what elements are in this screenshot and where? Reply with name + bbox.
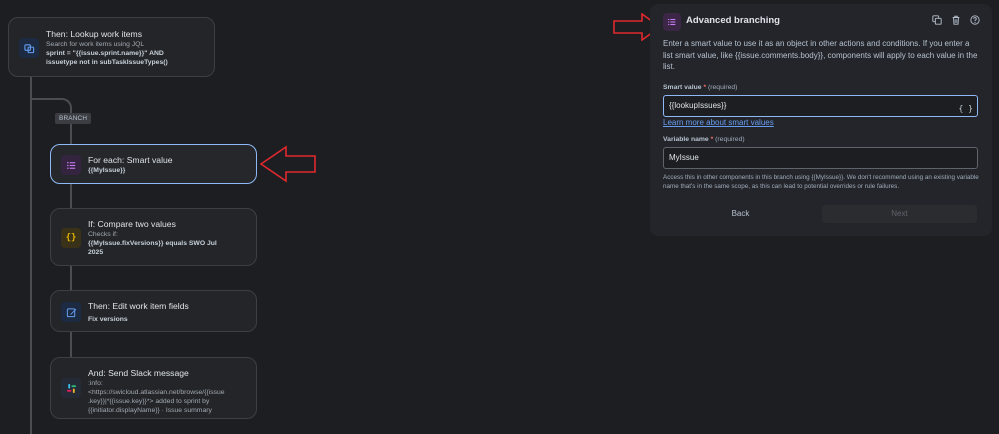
smart-value-input-text: {{lookupIssues}} [669,101,727,110]
edit-work-item-fields-card[interactable]: Then: Edit work item fields Fix versions [50,290,257,332]
required-text: (required) [715,136,745,143]
panel-title: Advanced branching [686,15,780,26]
annotation-arrow [259,145,316,183]
smart-value-input[interactable]: {{lookupIssues}} { } [663,95,978,117]
card-description-line: sprint = "{{issue.sprint.name}}" AND [46,50,164,57]
card-title: And: Send Slack message [88,368,189,378]
card-description-line: .key}}|*{{issue.key}}*> added to sprint … [88,398,210,405]
for-each-smart-value-card[interactable]: For each: Smart value {{MyIssue}} [50,144,257,184]
connector-line [70,124,72,144]
connector-line [70,332,72,357]
card-description: Fix versions [88,316,128,323]
branch-list-icon [663,13,681,31]
card-title: For each: Smart value [88,155,173,165]
insert-smart-value-button[interactable]: { } [959,99,973,119]
panel-description: Enter a smart value to use it as an obje… [663,39,978,71]
card-description-line: issuetype not in subTaskIssueTypes() [46,59,168,66]
next-button[interactable]: Next [822,205,977,223]
back-button[interactable]: Back [663,205,818,223]
branch-tag: BRANCH [55,113,92,124]
card-description-line: Checks if: [88,231,118,238]
smart-value-label: Smart value * (required) [663,84,737,91]
branch-list-icon [61,155,81,175]
required-mark: * [703,84,707,91]
card-description-line: <https://swicloud.atlassian.net/browse/{… [88,389,225,396]
if-compare-values-card[interactable]: {} If: Compare two values Checks if: {{M… [50,208,257,266]
lookup-icon [19,38,39,58]
edit-pencil-icon [61,302,81,322]
card-title: Then: Lookup work items [46,29,143,39]
learn-more-link[interactable]: Learn more about smart values [663,118,774,127]
card-description-line: {{MyIssue.fixVersions}} equals SWO Jul [88,240,217,247]
duplicate-icon[interactable] [931,14,942,25]
connector-line [70,266,72,290]
condition-braces-icon: {} [61,228,81,248]
card-description-line: :info: [88,380,103,387]
automation-canvas: BRANCH Then: Lookup work items Search fo… [0,0,999,434]
variable-name-input-text: MyIssue [669,153,699,162]
help-icon[interactable] [969,14,980,25]
card-title: If: Compare two values [88,219,176,229]
smart-value-label-text: Smart value [663,84,702,91]
card-description: Search for work items using JQL sprint =… [46,40,168,67]
required-text: (required) [707,84,738,91]
variable-name-label: Variable name * (required) [663,136,745,143]
variable-name-label-text: Variable name [663,136,709,143]
card-description: :info: <https://swicloud.atlassian.net/b… [88,379,225,415]
send-slack-message-card[interactable]: And: Send Slack message :info: <https://… [50,357,257,419]
card-description-line: Search for work items using JQL [46,41,145,48]
variable-name-input[interactable]: MyIssue [663,147,978,169]
card-description-line: 2025 [88,249,104,256]
slack-icon [61,378,81,398]
card-description: {{MyIssue}} [88,167,126,174]
advanced-branching-panel: Advanced branching Enter a smart value t… [650,4,992,236]
panel-actions [931,14,980,25]
required-mark: * [710,136,714,143]
connector-line [30,77,32,434]
card-description-line: {{initiator.displayName}} · Issue summar… [88,407,212,414]
card-description: Checks if: {{MyIssue.fixVersions}} equal… [88,230,217,257]
variable-helper-text: Access this in other components in this … [663,174,979,190]
connector-line [70,184,72,208]
card-title: Then: Edit work item fields [88,301,189,311]
lookup-work-items-card[interactable]: Then: Lookup work items Search for work … [8,17,215,77]
delete-icon[interactable] [950,14,961,25]
